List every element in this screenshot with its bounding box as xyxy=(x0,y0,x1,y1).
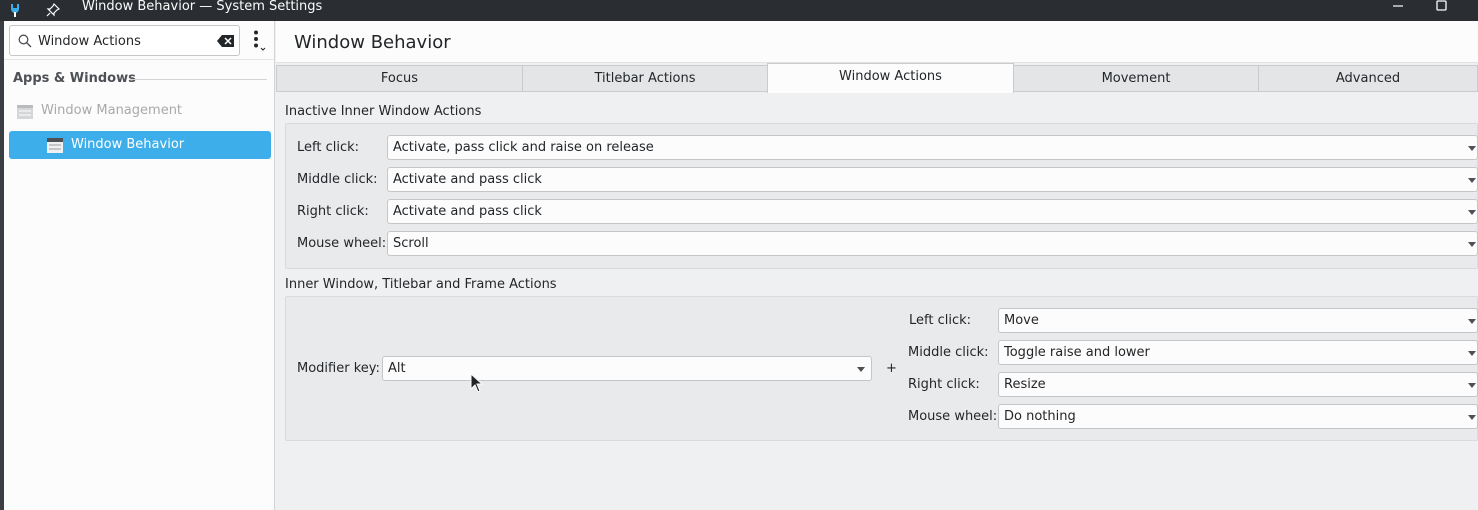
sidebar-item-window-management[interactable]: Window Management xyxy=(9,97,271,125)
mouse-pointer-icon xyxy=(470,373,484,393)
chevron-down-icon xyxy=(1468,351,1476,356)
clear-search-icon[interactable] xyxy=(217,34,235,48)
frame-group-title: Inner Window, Titlebar and Frame Actions xyxy=(285,277,557,292)
inactive-right-click-label: Right click: xyxy=(297,204,369,219)
combo-value: Scroll xyxy=(393,236,429,251)
frame-right-click-label: Right click: xyxy=(908,377,980,392)
system-settings-icon[interactable] xyxy=(7,2,23,18)
main-content: Window Behavior Focus Titlebar Actions W… xyxy=(276,21,1478,510)
combo-value: Activate, pass click and raise on releas… xyxy=(393,140,654,155)
tab-bar: Focus Titlebar Actions Window Actions Mo… xyxy=(276,63,1478,93)
inactive-left-click-combo[interactable]: Activate, pass click and raise on releas… xyxy=(387,135,1478,160)
maximize-icon[interactable] xyxy=(1430,0,1454,14)
page-title: Window Behavior xyxy=(294,32,451,53)
chevron-down-icon xyxy=(1468,178,1476,183)
frame-right-click-combo[interactable]: Resize xyxy=(998,372,1478,397)
plus-sign: + xyxy=(886,361,897,376)
search-input[interactable] xyxy=(38,29,214,53)
combo-value: Resize xyxy=(1004,377,1046,392)
tab-advanced[interactable]: Advanced xyxy=(1258,65,1478,92)
frame-left-click-label: Left click: xyxy=(909,313,972,328)
inactive-right-click-combo[interactable]: Activate and pass click xyxy=(387,199,1478,224)
frame-left-click-combo[interactable]: Move xyxy=(998,308,1478,333)
frame-mouse-wheel-label: Mouse wheel: xyxy=(908,409,998,424)
tab-focus[interactable]: Focus xyxy=(276,65,523,92)
sidebar-divider xyxy=(4,59,275,60)
window-management-icon xyxy=(17,105,33,119)
search-field[interactable] xyxy=(9,25,240,56)
combo-value: Toggle raise and lower xyxy=(1004,345,1150,360)
window-title: Window Behavior — System Settings xyxy=(82,0,323,14)
inactive-mouse-wheel-combo[interactable]: Scroll xyxy=(387,231,1478,256)
inactive-group-title: Inactive Inner Window Actions xyxy=(285,104,482,119)
chevron-down-icon xyxy=(1468,383,1476,388)
frame-middle-click-combo[interactable]: Toggle raise and lower xyxy=(998,340,1478,365)
sidebar-section-header: Apps & Windows xyxy=(13,71,136,86)
section-divider xyxy=(130,79,267,80)
tab-window-actions[interactable]: Window Actions xyxy=(767,63,1014,93)
modifier-key-combo[interactable]: Alt xyxy=(382,356,872,381)
chevron-down-icon xyxy=(1468,146,1476,151)
combo-value: Do nothing xyxy=(1004,409,1076,424)
sidebar-item-label: Window Behavior xyxy=(71,137,185,152)
combo-value: Activate and pass click xyxy=(393,172,542,187)
sidebar: Apps & Windows Window Management Window … xyxy=(4,21,275,510)
page-header: Window Behavior xyxy=(276,21,1478,63)
tab-titlebar-actions[interactable]: Titlebar Actions xyxy=(522,65,768,92)
combo-value: Alt xyxy=(388,361,406,376)
combo-value: Move xyxy=(1004,313,1039,328)
combo-value: Activate and pass click xyxy=(393,204,542,219)
inactive-middle-click-label: Middle click: xyxy=(297,172,378,187)
inactive-mouse-wheel-label: Mouse wheel: xyxy=(297,236,387,251)
search-icon xyxy=(18,34,32,48)
frame-mouse-wheel-combo[interactable]: Do nothing xyxy=(998,404,1478,429)
inactive-left-click-label: Left click: xyxy=(297,140,360,155)
menu-kebab-icon[interactable] xyxy=(249,30,271,52)
sidebar-item-label: Window Management xyxy=(41,103,183,118)
chevron-down-icon xyxy=(1468,415,1476,420)
window-titlebar: Window Behavior — System Settings xyxy=(0,0,1478,21)
modifier-key-label: Modifier key: xyxy=(297,361,380,376)
sidebar-item-window-behavior[interactable]: Window Behavior xyxy=(9,131,271,159)
chevron-down-icon xyxy=(1468,319,1476,324)
chevron-down-icon xyxy=(1468,242,1476,247)
frame-middle-click-label: Middle click: xyxy=(908,345,989,360)
chevron-down-icon xyxy=(1468,210,1476,215)
inactive-middle-click-combo[interactable]: Activate and pass click xyxy=(387,167,1478,192)
chevron-down-icon xyxy=(857,367,865,372)
pin-icon[interactable] xyxy=(45,2,61,18)
tab-movement[interactable]: Movement xyxy=(1013,65,1259,92)
window-behavior-icon xyxy=(47,138,63,153)
minimize-icon[interactable] xyxy=(1386,0,1410,14)
